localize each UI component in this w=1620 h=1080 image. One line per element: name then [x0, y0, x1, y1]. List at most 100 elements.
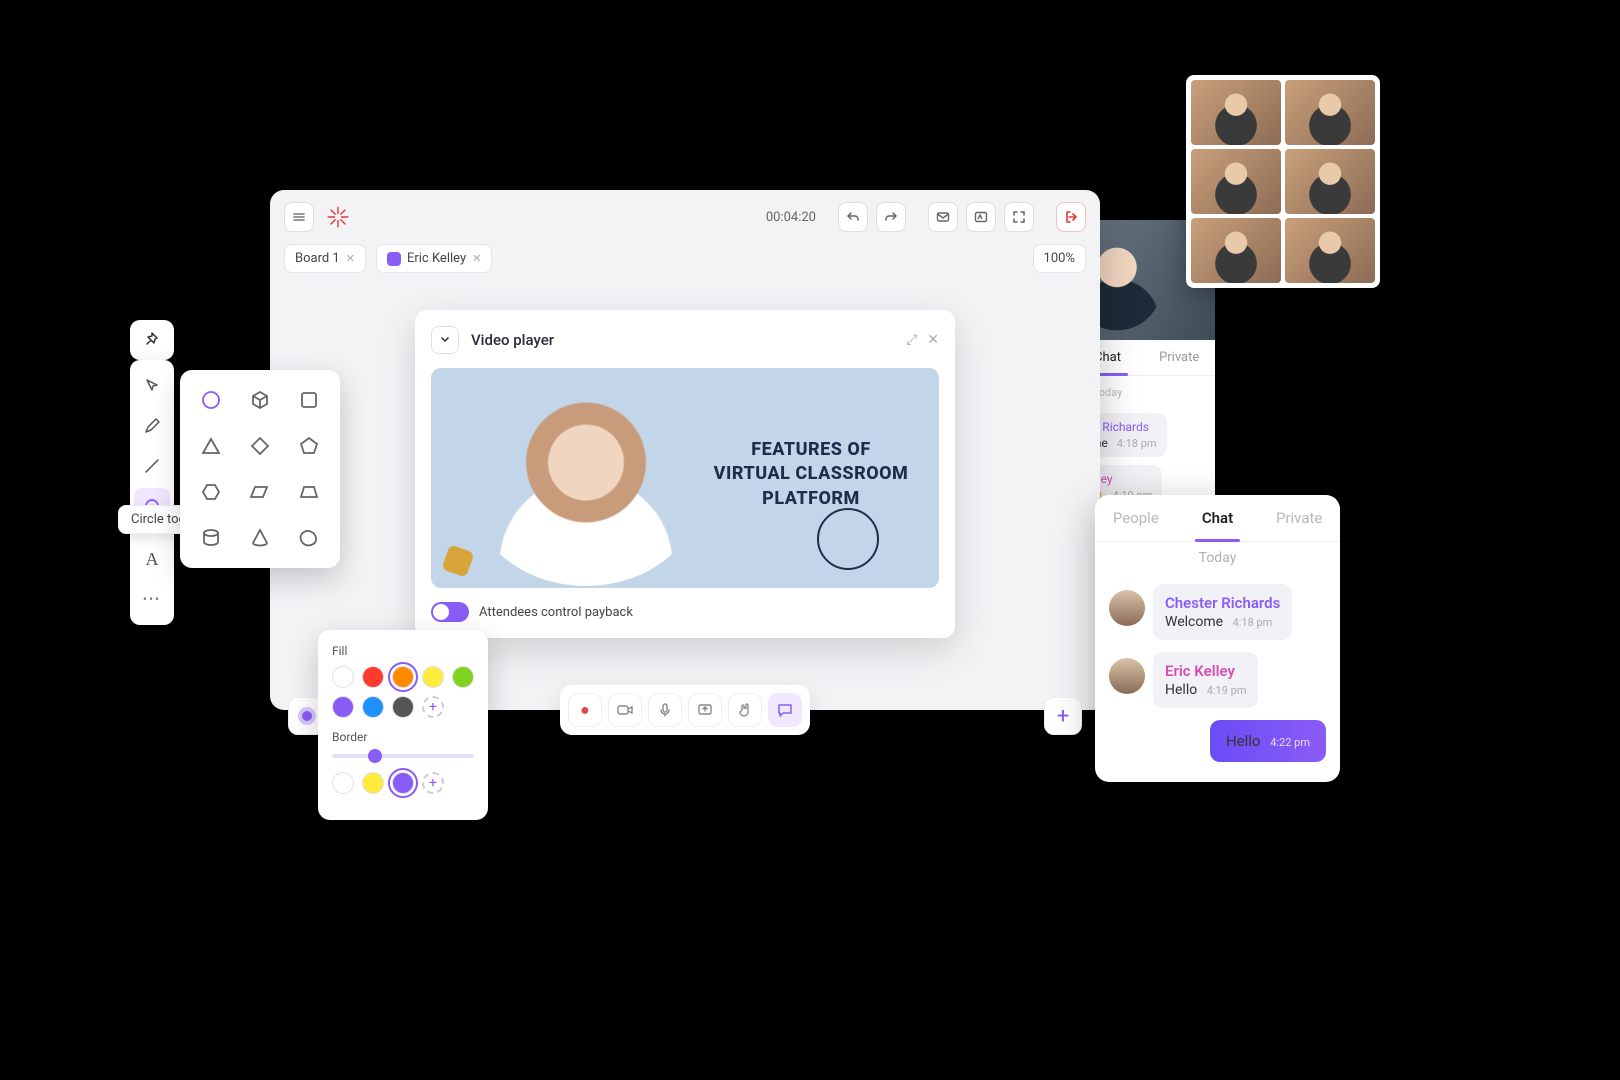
inbox-icon[interactable] [928, 202, 958, 232]
shape-circle[interactable] [190, 380, 233, 420]
message-time: 4:18 pm [1233, 616, 1273, 629]
participant-tile-2[interactable] [1285, 80, 1375, 145]
expand-icon[interactable]: ⤢ [906, 332, 917, 348]
participant-tile-4[interactable] [1285, 149, 1375, 214]
camera-icon[interactable] [608, 693, 642, 727]
board-tab-label: Board 1 [295, 251, 340, 266]
raise-hand-icon[interactable] [728, 693, 762, 727]
close-icon[interactable]: ✕ [472, 252, 481, 265]
fill-swatch[interactable] [422, 666, 444, 688]
media-control-bar: ● [560, 685, 810, 735]
chat-message: Chester Richards Welcome 4:18 pm [1095, 578, 1340, 646]
avatar [1109, 658, 1145, 694]
participant-tile-1[interactable] [1191, 80, 1281, 145]
app-logo-icon [324, 203, 352, 231]
tab-people[interactable]: People [1095, 495, 1177, 541]
cursor-tool-icon[interactable] [134, 368, 170, 404]
video-player-card: Video player ⤢ ✕ FEATURES OF VIRTUAL CLA… [415, 310, 955, 638]
shape-blob[interactable] [287, 518, 330, 558]
playback-control-label: Attendees control payback [479, 605, 633, 620]
embed-icon[interactable] [966, 202, 996, 232]
fill-swatch[interactable] [452, 666, 474, 688]
shape-pentagon[interactable] [287, 426, 330, 466]
close-icon[interactable]: ✕ [927, 332, 939, 348]
chat-tabs: People Chat Private [1095, 495, 1340, 542]
fill-swatch[interactable] [392, 696, 414, 718]
sender-name: Eric Kelley [1165, 662, 1246, 680]
shape-parallelogram[interactable] [239, 472, 282, 512]
close-icon[interactable]: ✕ [346, 252, 355, 265]
zoom-indicator[interactable]: 100% [1033, 244, 1086, 273]
fill-swatch[interactable] [362, 666, 384, 688]
app-header: 00:04:20 [270, 190, 1100, 244]
sender-name: Chester Richards [1165, 594, 1280, 612]
participant-tile-5[interactable] [1191, 218, 1281, 283]
border-swatch[interactable] [362, 772, 384, 794]
video-thumbnail[interactable]: FEATURES OF VIRTUAL CLASSROOM PLATFORM [431, 368, 939, 588]
menu-icon[interactable] [284, 202, 314, 232]
screenshare-icon[interactable] [688, 693, 722, 727]
shape-trapezoid[interactable] [287, 472, 330, 512]
fill-swatch[interactable] [332, 696, 354, 718]
fill-swatch[interactable] [392, 666, 414, 688]
following-user-pill[interactable]: Eric Kelley ✕ [376, 244, 492, 273]
shape-cone[interactable] [239, 518, 282, 558]
border-width-slider[interactable] [332, 754, 474, 758]
chat-icon[interactable] [768, 693, 802, 727]
pin-button[interactable] [130, 320, 174, 360]
more-tools-icon[interactable]: ••• [134, 581, 170, 617]
redo-icon[interactable] [876, 202, 906, 232]
add-border-swatch[interactable]: + [422, 772, 444, 794]
chat-day-divider: Today [1095, 542, 1340, 578]
playback-control-toggle[interactable] [431, 602, 469, 622]
following-user-label: Eric Kelley [407, 251, 466, 266]
message-time: 4:18 pm [1117, 437, 1157, 450]
shape-square[interactable] [287, 380, 330, 420]
message-text: Welcome [1165, 614, 1223, 630]
fill-swatch[interactable] [362, 696, 384, 718]
border-swatch[interactable] [392, 772, 414, 794]
user-color-dot [387, 252, 401, 266]
avatar [1109, 590, 1145, 626]
border-swatch[interactable] [332, 772, 354, 794]
pencil-tool-icon[interactable] [134, 408, 170, 444]
collapse-button[interactable] [431, 326, 459, 354]
add-element-button[interactable]: + [1044, 697, 1082, 735]
add-fill-swatch[interactable]: + [422, 696, 444, 718]
shape-cube[interactable] [239, 380, 282, 420]
chat-message: Eric Kelley Hello 4:19 pm [1095, 646, 1340, 714]
drawing-toolbox: A ••• [130, 360, 174, 625]
record-icon[interactable]: ● [568, 693, 602, 727]
tab-private[interactable]: Private [1258, 495, 1340, 541]
board-tabbar: Board 1 ✕ Eric Kelley ✕ 100% [270, 244, 1100, 283]
line-tool-icon[interactable] [134, 448, 170, 484]
shape-cylinder[interactable] [190, 518, 233, 558]
participant-video-grid [1186, 75, 1380, 288]
shape-diamond[interactable] [239, 426, 282, 466]
shape-triangle[interactable] [190, 426, 233, 466]
shape-hexagon[interactable] [190, 472, 233, 512]
text-tool-icon[interactable]: A [134, 541, 170, 577]
fill-swatch[interactable] [332, 666, 354, 688]
message-time: 4:19 pm [1207, 684, 1247, 697]
slide-heading-1: FEATURES OF [711, 438, 911, 462]
shape-picker-popover [180, 370, 340, 568]
chat-message-outgoing: Hello 4:22 pm [1095, 714, 1340, 768]
border-label: Border [332, 730, 474, 744]
leave-icon[interactable] [1056, 202, 1086, 232]
participant-tile-6[interactable] [1285, 218, 1375, 283]
tab-chat[interactable]: Chat [1177, 495, 1259, 541]
slide-heading-2: VIRTUAL CLASSROOM [711, 462, 911, 486]
message-text: Hello [1226, 732, 1261, 750]
fill-border-popover: Fill + Border + [318, 630, 488, 820]
participant-tile-3[interactable] [1191, 149, 1281, 214]
undo-icon[interactable] [838, 202, 868, 232]
microphone-icon[interactable] [648, 693, 682, 727]
fill-swatches: + [332, 666, 474, 718]
fill-label: Fill [332, 644, 474, 658]
slide-heading-3: PLATFORM [711, 487, 911, 511]
tab-private[interactable]: Private [1143, 340, 1215, 375]
fullscreen-icon[interactable] [1004, 202, 1034, 232]
session-timer: 00:04:20 [766, 210, 816, 225]
board-tab[interactable]: Board 1 ✕ [284, 244, 366, 273]
